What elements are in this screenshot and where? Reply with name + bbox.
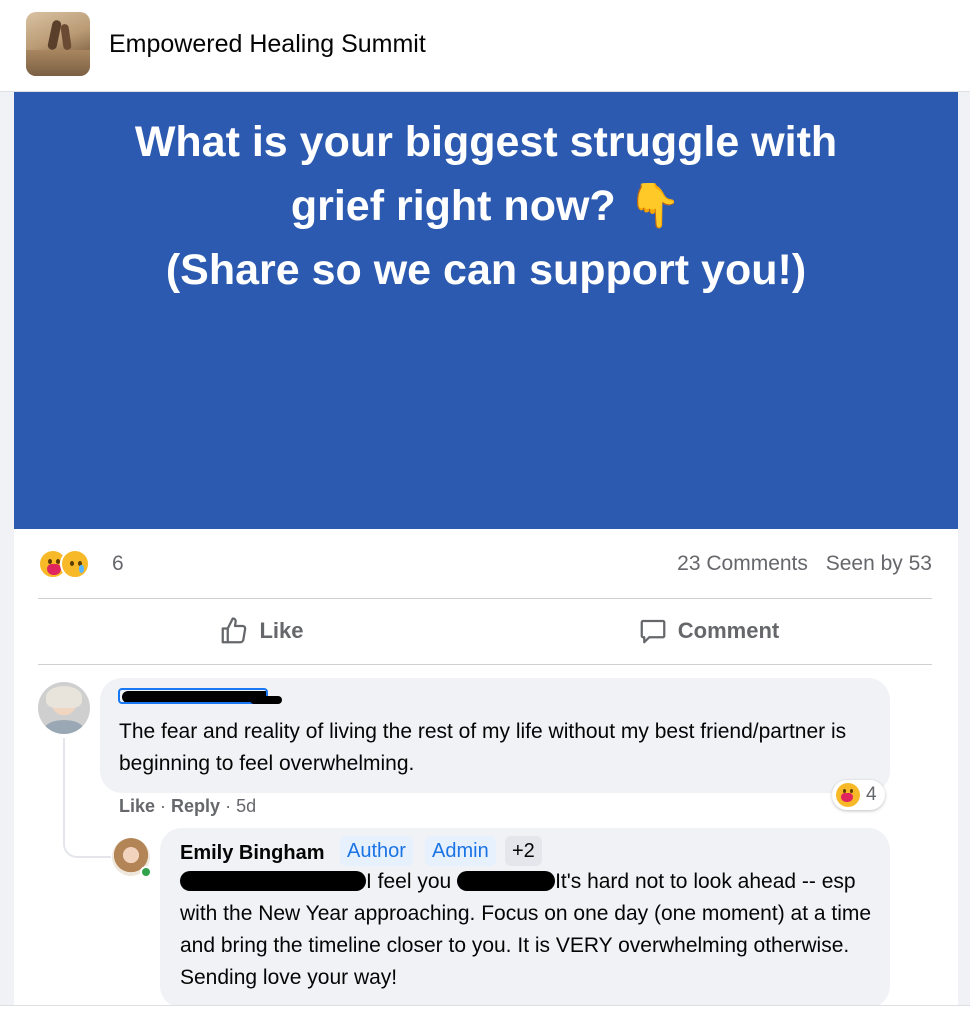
more-badges[interactable]: +2 — [505, 836, 542, 866]
online-status-dot — [140, 866, 152, 878]
redaction-mark — [250, 696, 282, 704]
comment-icon — [640, 619, 666, 644]
comment-meta: Like · Reply · 5d — [119, 796, 257, 816]
comments-count-link[interactable]: 23 Comments — [677, 552, 808, 575]
comment-like-link[interactable]: Like — [119, 796, 155, 816]
seen-by-link[interactable]: Seen by 53 — [826, 552, 932, 575]
reply-text-part-1: I feel you — [366, 870, 458, 893]
author-badge: Author — [340, 836, 413, 866]
group-avatar[interactable] — [26, 12, 90, 76]
comment-author-redacted[interactable] — [118, 688, 268, 704]
comment-age[interactable]: 5d — [236, 796, 256, 816]
comment-reply-link[interactable]: Reply — [171, 796, 220, 816]
comment-button-label: Comment — [677, 618, 780, 643]
viewport-edge — [0, 1005, 970, 1017]
banner-line-2: grief right now? 👇 — [290, 182, 682, 230]
comment-button[interactable]: Comment — [485, 600, 932, 662]
avatar[interactable] — [112, 838, 152, 878]
comment-reaction-count: 4 — [866, 784, 877, 805]
group-header: Empowered Healing Summit — [0, 0, 970, 92]
admin-badge: Admin — [425, 836, 496, 866]
banner-line-3: (Share so we can support you!) — [165, 246, 807, 294]
avatar[interactable] — [38, 682, 90, 734]
page: Empowered Healing Summit What is your bi… — [0, 0, 970, 1017]
hug-reaction-icon — [836, 783, 860, 807]
reply-text: I feel you It's hard not to look ahead -… — [180, 866, 880, 994]
banner-text: What is your biggest struggle with grief… — [14, 110, 958, 302]
sad-reaction-icon[interactable] — [60, 549, 90, 579]
like-button[interactable]: Like — [38, 600, 485, 662]
comment-text: The fear and reality of living the rest … — [119, 720, 847, 775]
divider — [38, 598, 932, 599]
comment-bubble: The fear and reality of living the rest … — [100, 678, 890, 793]
thumbs-up-icon — [222, 617, 247, 644]
post-stats-right: 23 Comments Seen by 53 — [677, 552, 932, 576]
group-name[interactable]: Empowered Healing Summit — [109, 30, 426, 59]
post-stats: 6 23 Comments Seen by 53 — [38, 547, 932, 583]
divider — [38, 664, 932, 665]
like-button-label: Like — [259, 618, 304, 643]
reply-bubble: Emily Bingham Author Admin +2 I feel you… — [160, 828, 890, 1008]
reply-author-name[interactable]: Emily Bingham — [180, 842, 324, 865]
post-actions: Like Comment — [38, 600, 932, 662]
post-card: What is your biggest struggle with grief… — [14, 92, 958, 1017]
reaction-count[interactable]: 6 — [112, 552, 124, 576]
redaction-mark — [457, 871, 556, 891]
post-banner: What is your biggest struggle with grief… — [14, 92, 958, 529]
banner-line-1: What is your biggest struggle with — [134, 118, 838, 166]
redaction-mark — [180, 871, 366, 891]
comment-reaction-badge[interactable]: 4 — [832, 780, 885, 810]
